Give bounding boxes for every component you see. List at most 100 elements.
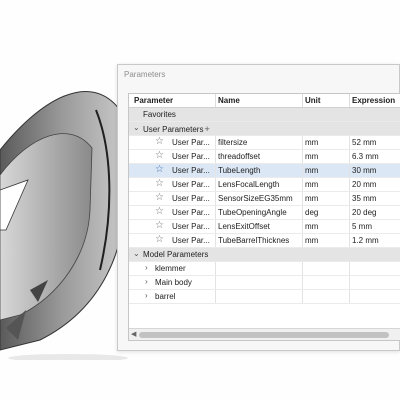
user-parameters-text: User Parameters (143, 125, 204, 134)
parameter-name[interactable]: TubeLength (218, 166, 301, 175)
model-component-label: Main body (155, 278, 192, 287)
parameter-expression[interactable]: 6.3 mm (352, 152, 379, 161)
parameter-row[interactable]: ☆ User Par... SensorSizeEG35mm mm 35 mm (129, 192, 400, 206)
cell-divider (349, 234, 350, 247)
cell-divider (215, 220, 216, 233)
parameter-type: User Par... (172, 222, 210, 231)
model-parameter-row[interactable]: › klemmer (129, 262, 400, 276)
parameter-row[interactable]: ☆ User Par... TubeLength mm 30 mm (129, 164, 400, 178)
parameter-name[interactable]: TubeBarrelThicknes (218, 236, 301, 245)
parameter-expression[interactable]: 20 mm (352, 180, 376, 189)
chevron-right-icon[interactable]: › (145, 277, 148, 286)
star-icon[interactable]: ☆ (155, 137, 164, 147)
cell-divider (349, 178, 350, 191)
user-parameters-group-row[interactable]: ⌄ User Parameters+ (129, 122, 400, 136)
parameter-expression[interactable]: 30 mm (352, 166, 376, 175)
column-header-name[interactable]: Name (218, 96, 240, 105)
cell-divider (349, 220, 350, 233)
parameter-row[interactable]: ☆ User Par... TubeOpeningAngle deg 20 deg (129, 206, 400, 220)
parameter-expression[interactable]: 5 mm (352, 222, 372, 231)
parameter-type: User Par... (172, 236, 210, 245)
model-parameter-row[interactable]: › Main body (129, 276, 400, 290)
column-header-expression[interactable]: Expression (352, 96, 395, 105)
parameter-unit[interactable]: mm (305, 222, 318, 231)
column-divider[interactable] (302, 94, 303, 107)
star-icon[interactable]: ☆ (155, 207, 164, 217)
column-divider[interactable] (215, 94, 216, 107)
cell-divider (349, 262, 350, 275)
cell-divider (349, 276, 350, 289)
dialog-title: Parameters (124, 70, 166, 79)
parameter-unit[interactable]: mm (305, 166, 318, 175)
parameter-expression[interactable]: 20 deg (352, 208, 376, 217)
cell-divider (215, 206, 216, 219)
cell-divider (349, 290, 350, 303)
parameter-name[interactable]: filtersize (218, 138, 301, 147)
parameters-grid[interactable]: Parameter Name Unit Expression Favorites… (128, 93, 400, 341)
star-icon[interactable]: ☆ (155, 179, 164, 189)
cell-divider (215, 192, 216, 205)
plus-icon[interactable]: + (204, 124, 209, 134)
cell-divider (215, 178, 216, 191)
parameter-type: User Par... (172, 194, 210, 203)
column-header-unit[interactable]: Unit (305, 96, 321, 105)
star-icon[interactable]: ☆ (155, 193, 164, 203)
parameter-row[interactable]: ☆ User Par... filtersize mm 52 mm (129, 136, 400, 150)
parameter-unit[interactable]: mm (305, 138, 318, 147)
favorites-group-row[interactable]: Favorites (129, 108, 400, 122)
cell-divider (302, 192, 303, 205)
parameter-row[interactable]: ☆ User Par... threadoffset mm 6.3 mm (129, 150, 400, 164)
cell-divider (215, 150, 216, 163)
parameter-unit[interactable]: mm (305, 194, 318, 203)
parameter-type: User Par... (172, 166, 210, 175)
cell-divider (302, 276, 303, 289)
parameter-row[interactable]: ☆ User Par... LensFocalLength mm 20 mm (129, 178, 400, 192)
star-icon[interactable]: ☆ (155, 151, 164, 161)
parameter-unit[interactable]: deg (305, 208, 318, 217)
3d-viewport[interactable]: Parameters Parameter Name Unit Expressio… (0, 0, 400, 400)
star-icon[interactable]: ☆ (155, 235, 164, 245)
model-component-label: barrel (155, 292, 176, 301)
scrollbar-thumb[interactable] (139, 332, 389, 338)
parameter-name[interactable]: LensFocalLength (218, 180, 301, 189)
parameter-unit[interactable]: mm (305, 180, 318, 189)
cell-divider (349, 206, 350, 219)
cell-divider (302, 262, 303, 275)
cell-divider (349, 150, 350, 163)
cell-divider (215, 290, 216, 303)
parameter-name[interactable]: TubeOpeningAngle (218, 208, 301, 217)
parameter-row[interactable]: ☆ User Par... LensExitOffset mm 5 mm (129, 220, 400, 234)
parameter-name[interactable]: SensorSizeEG35mm (218, 194, 301, 203)
cell-divider (302, 150, 303, 163)
cell-divider (302, 178, 303, 191)
model-parameter-row[interactable]: › barrel (129, 290, 400, 304)
model-parameters-label: Model Parameters (143, 250, 209, 259)
star-icon[interactable]: ☆ (155, 165, 164, 175)
chevron-right-icon[interactable]: › (145, 291, 148, 300)
column-header-parameter[interactable]: Parameter (134, 96, 173, 105)
cell-divider (302, 290, 303, 303)
parameter-expression[interactable]: 52 mm (352, 138, 376, 147)
parameter-expression[interactable]: 1.2 mm (352, 236, 379, 245)
favorites-label: Favorites (143, 110, 176, 119)
star-icon[interactable]: ☆ (155, 221, 164, 231)
cell-divider (349, 136, 350, 149)
model-parameters-group-row[interactable]: ⌄ Model Parameters (129, 248, 400, 262)
parameter-expression[interactable]: 35 mm (352, 194, 376, 203)
parameter-name[interactable]: LensExitOffset (218, 222, 301, 231)
parameter-type: User Par... (172, 208, 210, 217)
parameter-type: User Par... (172, 180, 210, 189)
parameter-unit[interactable]: mm (305, 152, 318, 161)
scroll-left-icon[interactable]: ◀ (131, 330, 136, 338)
cell-divider (302, 206, 303, 219)
chevron-down-icon[interactable]: ⌄ (133, 249, 140, 258)
chevron-right-icon[interactable]: › (145, 263, 148, 272)
parameter-unit[interactable]: mm (305, 236, 318, 245)
column-divider[interactable] (349, 94, 350, 107)
chevron-down-icon[interactable]: ⌄ (133, 123, 140, 132)
parameter-row[interactable]: ☆ User Par... TubeBarrelThicknes mm 1.2 mm (129, 234, 400, 248)
parameter-name[interactable]: threadoffset (218, 152, 301, 161)
cell-divider (215, 276, 216, 289)
horizontal-scrollbar[interactable]: ◀ (129, 328, 400, 340)
cell-divider (349, 164, 350, 177)
